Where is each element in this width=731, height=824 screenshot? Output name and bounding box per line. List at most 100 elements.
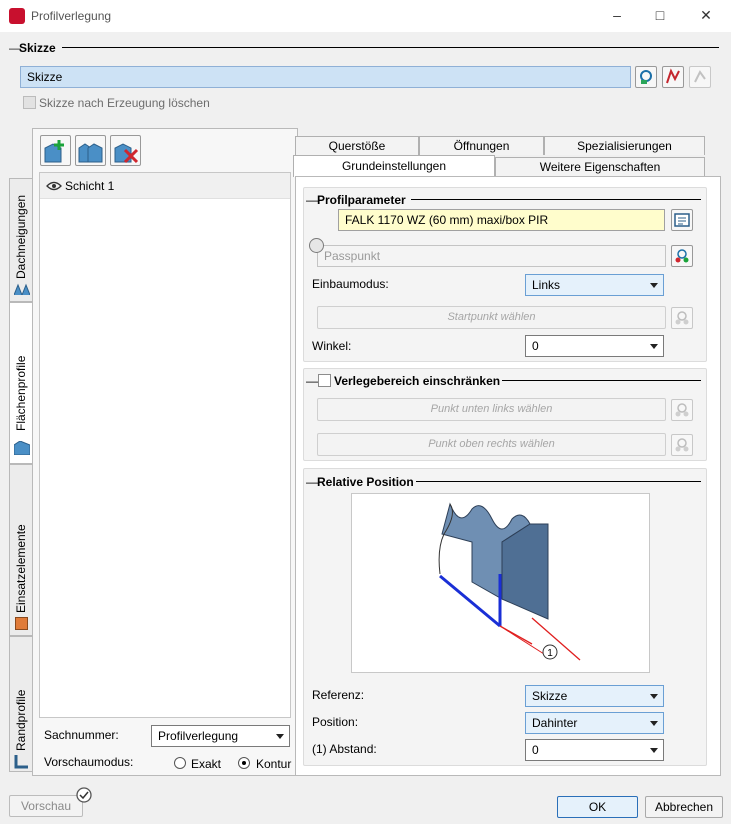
diagram-marker: 1 [547, 648, 553, 659]
sketch-pick-button[interactable] [635, 66, 657, 88]
maximize-icon[interactable]: □ [649, 4, 671, 26]
roof-slope-icon [14, 283, 30, 295]
position-value: Dahinter [532, 716, 578, 730]
divider [411, 199, 701, 200]
verlegebereich-checkbox[interactable] [318, 374, 331, 387]
passpunkt-field[interactable]: Passpunkt [317, 245, 666, 267]
preview-check-icon [76, 787, 92, 803]
skizze-field[interactable]: Skizze [20, 66, 631, 88]
tab-weitere-eigenschaften[interactable]: Weitere Eigenschaften [495, 157, 705, 176]
tab-spezialisierungen[interactable]: Spezialisierungen [544, 136, 705, 155]
catalog-icon [674, 213, 690, 227]
pick-point-icon [675, 403, 689, 417]
vtab-label: Einsatzelemente [14, 524, 28, 613]
sketch-extra-icon [694, 70, 706, 83]
skizze-header: Skizze [19, 41, 56, 55]
pick-point-icon [675, 249, 689, 263]
chevron-down-icon [650, 748, 658, 753]
ok-button[interactable]: OK [557, 796, 638, 818]
referenz-select[interactable]: Skizze [525, 685, 664, 707]
collapse-toggle-icon[interactable]: — [306, 374, 318, 388]
tab-querstoesse[interactable]: Querstöße [295, 136, 419, 155]
radio-exakt-label: Exakt [191, 757, 222, 771]
minimize-icon[interactable]: – [606, 4, 628, 26]
sachnummer-select[interactable]: Profilverlegung [151, 725, 290, 747]
abstand-label: (1) Abstand: [312, 742, 377, 756]
radio-kontur[interactable] [238, 757, 250, 769]
title-bar: Profilverlegung – □ ✕ [0, 0, 731, 32]
add-layer-icon [44, 140, 64, 163]
copy-layer-button[interactable] [75, 135, 106, 166]
pick-point-icon [675, 311, 689, 325]
chevron-down-icon [650, 283, 658, 288]
vtab-label: Flächenprofile [14, 355, 28, 431]
panel-profile-icon [14, 441, 30, 455]
position-label: Position: [312, 715, 359, 729]
vtab-label: Randprofile [14, 689, 28, 751]
insert-element-icon [15, 617, 28, 630]
profile-catalog-button[interactable] [671, 209, 693, 231]
punkt-unten-links-pick-button[interactable] [671, 399, 693, 421]
delete-skizze-label: Skizze nach Erzeugung löschen [39, 96, 210, 110]
startpunkt-button[interactable]: Startpunkt wählen [317, 306, 666, 329]
layer-label: Schicht 1 [65, 179, 115, 193]
passpunkt-pick-button[interactable] [671, 245, 693, 267]
position-diagram: 1 [351, 493, 650, 673]
divider [416, 481, 701, 482]
punkt-oben-rechts-pick-button[interactable] [671, 434, 693, 456]
radio-exakt[interactable] [174, 757, 186, 769]
vtab-einsatzelemente[interactable]: Einsatzelemente [9, 464, 33, 636]
startpunkt-pick-button[interactable] [671, 307, 693, 329]
referenz-value: Skizze [532, 689, 568, 703]
einbaumodus-label: Einbaumodus: [312, 277, 389, 291]
delete-layer-icon [114, 143, 139, 164]
sachnummer-value: Profilverlegung [158, 729, 239, 743]
passpunkt-slider-handle[interactable] [309, 238, 324, 253]
abstand-select[interactable]: 0 [525, 739, 664, 761]
winkel-select[interactable]: 0 [525, 335, 664, 357]
window-title: Profilverlegung [31, 9, 112, 23]
edge-profile-icon [14, 755, 28, 769]
sketch-pick-icon [640, 70, 652, 84]
radio-kontur-label: Kontur [256, 757, 292, 771]
position-select[interactable]: Dahinter [525, 712, 664, 734]
vtab-dachneigungen[interactable]: Dachneigungen [9, 178, 33, 302]
einbaumodus-value: Links [532, 278, 561, 292]
add-layer-button[interactable] [40, 135, 71, 166]
pick-point-icon [675, 438, 689, 452]
chevron-down-icon [650, 344, 658, 349]
verlegebereich-header: Verlegebereich einschränken [334, 374, 501, 388]
tab-grundeinstellungen[interactable]: Grundeinstellungen [293, 155, 495, 177]
punkt-oben-rechts-button[interactable]: Punkt oben rechts wählen [317, 433, 666, 456]
eye-icon[interactable] [46, 181, 62, 191]
sketch-edit-icon [666, 68, 680, 84]
relative-position-header: Relative Position [317, 475, 414, 489]
delete-skizze-checkbox[interactable] [23, 96, 36, 109]
sketch-extra-button[interactable] [689, 66, 711, 88]
sketch-edit-button[interactable] [662, 66, 684, 88]
abstand-value: 0 [532, 743, 539, 757]
vtab-flaechenprofile[interactable]: Flächenprofile [9, 302, 33, 464]
app-icon [9, 8, 25, 24]
delete-layer-button[interactable] [110, 135, 141, 166]
profilparameter-header: Profilparameter [317, 193, 406, 207]
position-diagram-svg: 1 [438, 502, 581, 661]
copy-layer-icon [78, 143, 103, 163]
preview-button[interactable]: Vorschau [9, 795, 83, 817]
list-item[interactable]: Schicht 1 [40, 173, 290, 199]
winkel-label: Winkel: [312, 339, 352, 353]
vtab-label: Dachneigungen [14, 194, 28, 279]
divider [502, 380, 701, 381]
punkt-unten-links-button[interactable]: Punkt unten links wählen [317, 398, 666, 421]
layer-list [39, 172, 291, 718]
vtab-randprofile[interactable]: Randprofile [9, 636, 33, 772]
profile-field[interactable]: FALK 1170 WZ (60 mm) maxi/box PIR [338, 209, 665, 231]
referenz-label: Referenz: [312, 688, 365, 702]
cancel-button[interactable]: Abbrechen [645, 796, 723, 818]
sachnummer-label: Sachnummer: [44, 728, 119, 742]
chevron-down-icon [650, 694, 658, 699]
einbaumodus-select[interactable]: Links [525, 274, 664, 296]
tab-oeffnungen[interactable]: Öffnungen [419, 136, 544, 155]
chevron-down-icon [650, 721, 658, 726]
close-icon[interactable]: ✕ [695, 4, 717, 26]
